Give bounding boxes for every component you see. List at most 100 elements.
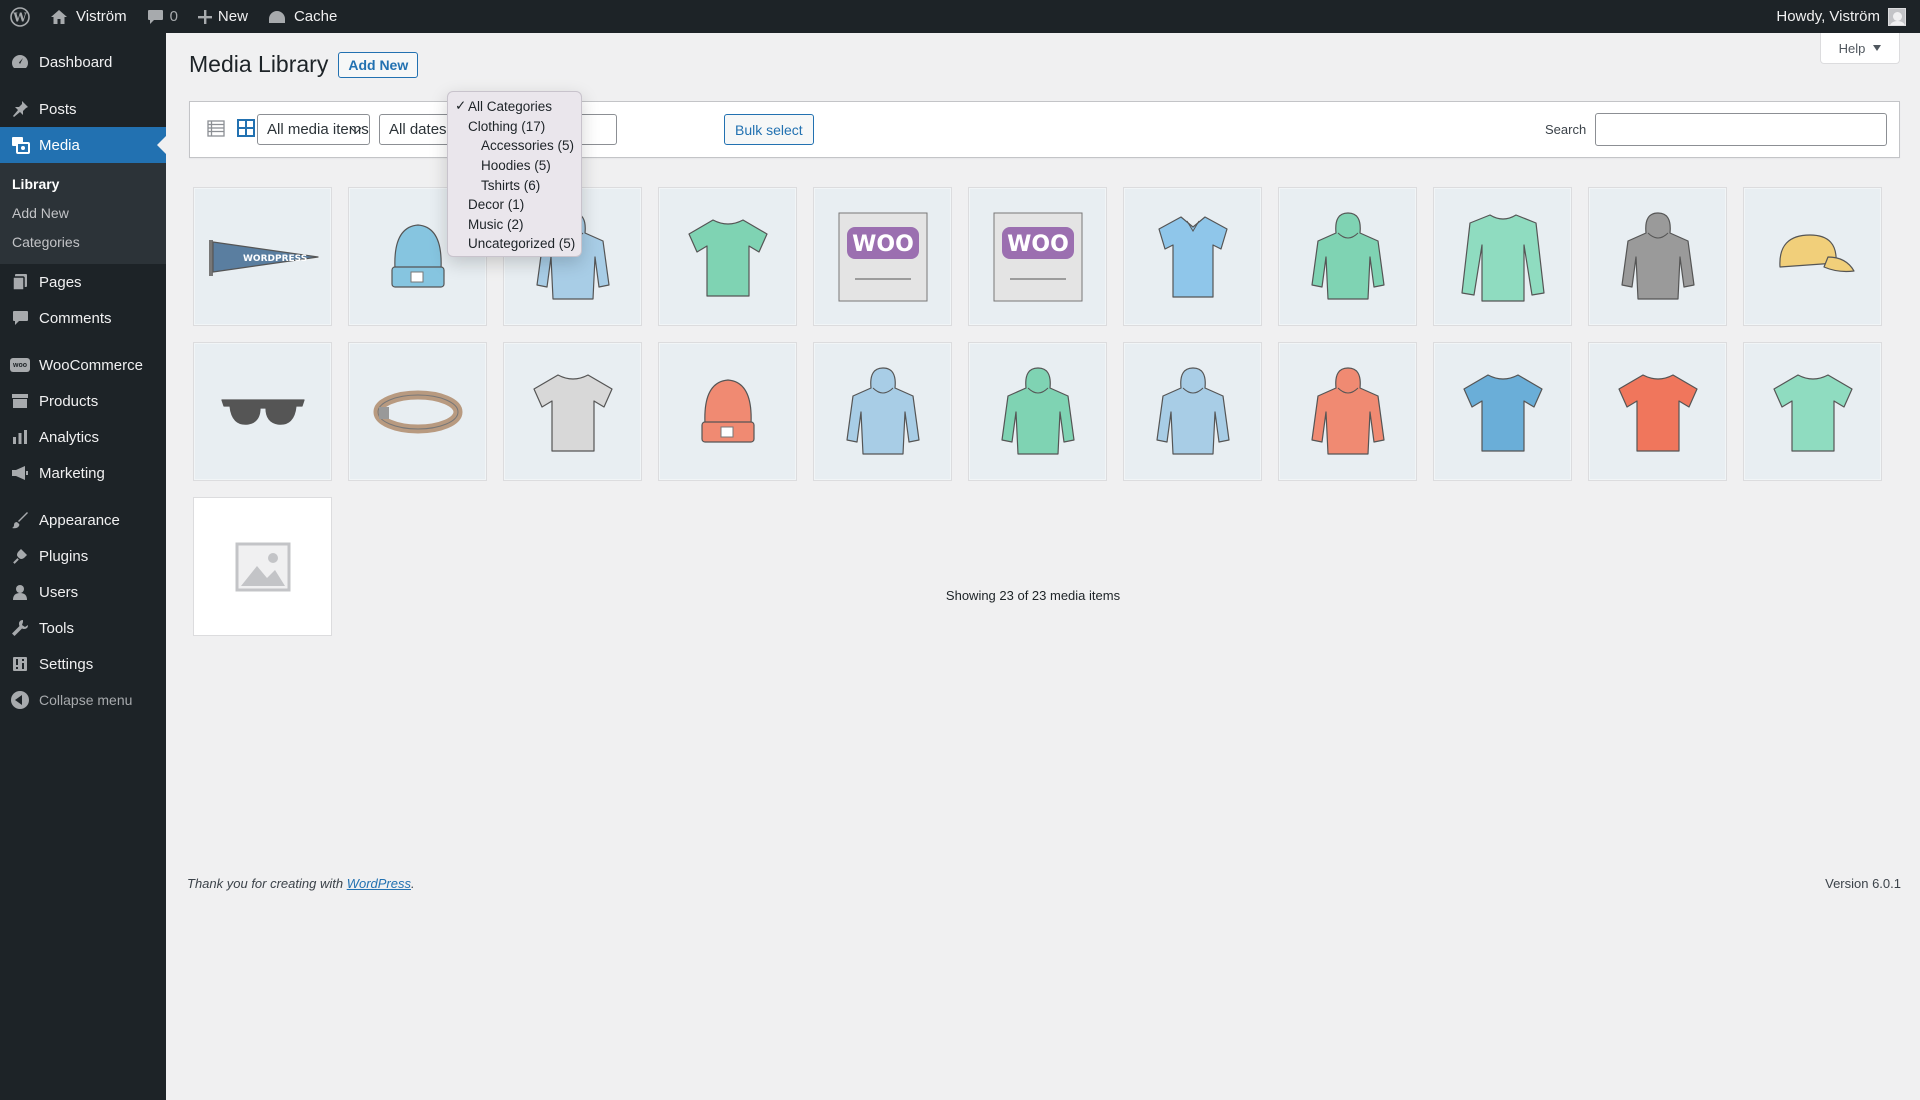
new-content-link[interactable]: New (188, 0, 258, 33)
checkmark-icon: ✓ (455, 98, 467, 113)
media-item-thumbnail[interactable]: WOO (813, 187, 952, 326)
menu-item-dashboard[interactable]: Dashboard (0, 44, 166, 80)
category-option-label: Hoodies (5) (481, 158, 551, 174)
footer-thanks-prefix: Thank you for creating with (187, 876, 347, 891)
gauge-icon (268, 9, 286, 25)
media-item-thumbnail[interactable] (1588, 187, 1727, 326)
media-item-thumbnail[interactable] (1278, 187, 1417, 326)
media-item-thumbnail[interactable] (1278, 342, 1417, 481)
admin-bar: W Viström 0 New Cache Howdy, Viström (0, 0, 1920, 33)
menu-label: Plugins (39, 547, 89, 565)
cache-label: Cache (293, 8, 338, 25)
media-item-thumbnail[interactable] (503, 342, 642, 481)
category-option[interactable]: Accessories (5) (448, 136, 581, 156)
collapse-arrow-icon (10, 690, 30, 710)
menu-label: Products (39, 392, 99, 410)
page-title: Media Library (189, 51, 329, 77)
wordpress-link[interactable]: WordPress (347, 876, 411, 891)
menu-item-pages[interactable]: Pages (0, 264, 166, 300)
media-item-thumbnail[interactable] (813, 342, 952, 481)
site-name: Viström (76, 8, 127, 25)
media-item-thumbnail[interactable] (1123, 342, 1262, 481)
category-option-label: Decor (1) (468, 197, 525, 213)
menu-item-products[interactable]: Products (0, 383, 166, 419)
new-label: New (217, 8, 248, 25)
megaphone-icon (10, 463, 30, 483)
media-item-thumbnail[interactable] (1433, 187, 1572, 326)
media-item-thumbnail[interactable] (193, 342, 332, 481)
menu-item-comments[interactable]: Comments (0, 300, 166, 336)
media-icon (10, 135, 30, 155)
media-item-thumbnail[interactable] (1433, 342, 1572, 481)
media-item-thumbnail[interactable] (1123, 187, 1262, 326)
submenu-categories[interactable]: Categories (0, 227, 166, 256)
category-option-label: Accessories (5) (481, 138, 575, 154)
add-new-button[interactable]: Add New (338, 51, 419, 78)
brush-icon (10, 510, 30, 530)
media-item-thumbnail[interactable]: WOO (968, 187, 1107, 326)
media-item-thumbnail[interactable]: WORDPRESS (193, 187, 332, 326)
help-tab-button[interactable]: Help (1820, 33, 1900, 64)
list-view-icon[interactable] (206, 118, 226, 138)
media-item-thumbnail[interactable] (348, 342, 487, 481)
media-item-thumbnail[interactable] (193, 497, 332, 636)
pages-icon (10, 272, 30, 292)
menu-item-tools[interactable]: Tools (0, 610, 166, 646)
submenu-library[interactable]: Library (0, 169, 166, 198)
menu-label: Marketing (39, 464, 105, 482)
caret-down-icon (1873, 45, 1882, 51)
cache-link[interactable]: Cache (258, 0, 347, 33)
media-item-thumbnail[interactable] (658, 342, 797, 481)
settings-icon (10, 654, 30, 674)
footer-thanks: Thank you for creating with WordPress. (187, 876, 415, 891)
pin-icon (10, 99, 30, 119)
media-type-filter[interactable]: All media items (257, 114, 370, 145)
site-name-link[interactable]: Viström (40, 0, 137, 33)
submenu-add-new[interactable]: Add New (0, 198, 166, 227)
category-option[interactable]: Music (2) (448, 215, 581, 235)
comments-link[interactable]: 0 (137, 0, 188, 33)
svg-text:W: W (12, 10, 27, 24)
category-option-label: Clothing (17) (468, 118, 546, 134)
my-account[interactable]: Howdy, Viström (1776, 7, 1920, 26)
bulk-select-button[interactable]: Bulk select (724, 114, 814, 145)
media-item-thumbnail[interactable] (658, 187, 797, 326)
category-option[interactable]: Tshirts (6) (448, 175, 581, 195)
menu-item-settings[interactable]: Settings (0, 646, 166, 682)
comment-bubble-icon (147, 9, 164, 25)
media-item-thumbnail[interactable] (968, 342, 1107, 481)
menu-item-media[interactable]: Media (0, 127, 166, 163)
category-option[interactable]: Hoodies (5) (448, 156, 581, 176)
footer-thanks-suffix: . (411, 876, 415, 891)
menu-item-appearance[interactable]: Appearance (0, 502, 166, 538)
menu-item-marketing[interactable]: Marketing (0, 455, 166, 491)
menu-label: Tools (39, 619, 75, 637)
date-filter-value: All dates (389, 121, 447, 138)
comments-count: 0 (169, 8, 178, 25)
category-option[interactable]: Uncategorized (5) (448, 234, 581, 254)
media-count-text: Showing 23 of 23 media items (945, 588, 1121, 603)
plus-icon (197, 9, 212, 24)
category-option[interactable]: ✓ All Categories (448, 97, 581, 117)
media-item-thumbnail[interactable] (1743, 342, 1882, 481)
collapse-menu-button[interactable]: Collapse menu (0, 682, 166, 718)
menu-item-analytics[interactable]: Analytics (0, 419, 166, 455)
analytics-icon (10, 427, 30, 447)
search-input[interactable] (1595, 113, 1887, 146)
menu-item-posts[interactable]: Posts (0, 91, 166, 127)
menu-item-woocommerce[interactable]: woo WooCommerce (0, 347, 166, 383)
category-dropdown-menu: ✓ All Categories Clothing (17) Accessories … (447, 91, 582, 257)
svg-text:WORDPRESS: WORDPRESS (243, 254, 307, 264)
user-icon (10, 582, 30, 602)
menu-label: Comments (39, 309, 112, 327)
media-item-thumbnail[interactable] (1743, 187, 1882, 326)
media-item-thumbnail[interactable] (1588, 342, 1727, 481)
category-option[interactable]: Clothing (17) (448, 117, 581, 137)
svg-text:WOO: WOO (852, 232, 914, 257)
grid-view-icon[interactable] (236, 118, 256, 138)
menu-item-users[interactable]: Users (0, 574, 166, 610)
category-option[interactable]: Decor (1) (448, 195, 581, 215)
wordpress-logo-icon[interactable]: W (0, 0, 40, 33)
menu-item-plugins[interactable]: Plugins (0, 538, 166, 574)
category-option-label: Uncategorized (5) (468, 236, 576, 252)
